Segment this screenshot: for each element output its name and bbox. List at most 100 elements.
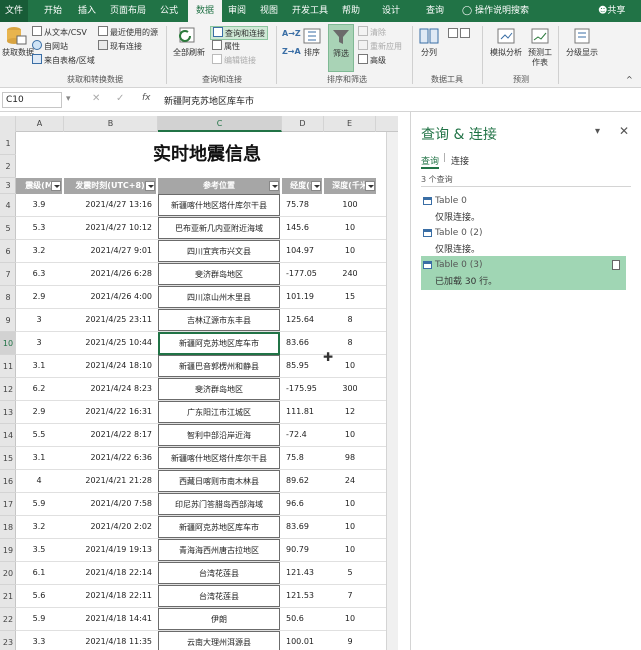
table-cell[interactable]: 新疆巴音郭楞州和静县 xyxy=(158,355,280,377)
tab-view[interactable]: 视图 xyxy=(260,0,278,22)
table-cell[interactable]: 10 xyxy=(324,424,376,446)
table-cell[interactable]: 121.53 xyxy=(282,585,322,607)
table-cell[interactable]: 12 xyxy=(324,401,376,423)
table-cell[interactable]: 2021/4/20 7:58 xyxy=(64,493,156,515)
table-cell[interactable]: 8 xyxy=(324,309,376,331)
advanced-filter-button[interactable]: 高级 xyxy=(358,54,386,66)
column-header-c[interactable]: C xyxy=(158,116,282,132)
table-cell[interactable]: 90.79 xyxy=(282,539,322,561)
tab-insert[interactable]: 插入 xyxy=(78,0,96,22)
column-header-a[interactable]: A xyxy=(16,116,64,132)
tab-home[interactable]: 开始 xyxy=(44,0,62,22)
table-cell[interactable]: 斐济群岛地区 xyxy=(158,378,280,400)
table-cell[interactable]: 75.78 xyxy=(282,194,322,216)
table-cell[interactable]: 5.9 xyxy=(16,608,62,630)
table-cell[interactable]: 100.01 xyxy=(282,631,322,650)
sort-button[interactable]: 排序 xyxy=(300,26,324,58)
cancel-icon[interactable]: ✕ xyxy=(92,93,100,104)
table-cell[interactable]: 2021/4/27 13:16 xyxy=(64,194,156,216)
table-cell[interactable]: 10 xyxy=(324,493,376,515)
table-cell[interactable]: 6.1 xyxy=(16,562,62,584)
data-tools-icons[interactable] xyxy=(448,28,472,40)
tab-file[interactable]: 文件 xyxy=(0,0,28,22)
table-cell[interactable]: -177.05 xyxy=(282,263,322,285)
row-header[interactable]: 14 xyxy=(0,424,16,447)
header-magnitude[interactable]: 震级(M xyxy=(16,178,62,194)
row-header[interactable]: 13 xyxy=(0,401,16,424)
get-data-button[interactable]: 获取数据 xyxy=(2,26,34,58)
table-cell[interactable]: 3.2 xyxy=(16,516,62,538)
clear-filter-button[interactable]: 清除 xyxy=(358,26,386,38)
table-cell[interactable]: 3.1 xyxy=(16,447,62,469)
properties-button[interactable]: 属性 xyxy=(212,40,240,52)
from-table-button[interactable]: 来自表格/区域 xyxy=(32,54,95,66)
table-cell[interactable]: 50.6 xyxy=(282,608,322,630)
collapse-ribbon-button[interactable]: ^ xyxy=(626,74,633,85)
table-cell[interactable]: 85.95 xyxy=(282,355,322,377)
select-all-corner[interactable] xyxy=(0,116,16,132)
table-cell[interactable]: 2021/4/20 2:02 xyxy=(64,516,156,538)
formula-input[interactable]: 新疆阿克苏地区库车市 xyxy=(164,94,254,107)
column-header-b[interactable]: B xyxy=(64,116,158,132)
row-header[interactable]: 7 xyxy=(0,263,16,286)
row-header[interactable]: 1 xyxy=(0,132,16,155)
row-header[interactable]: 5 xyxy=(0,217,16,240)
table-cell[interactable]: 3.2 xyxy=(16,240,62,262)
table-cell[interactable]: 广东阳江市江城区 xyxy=(158,401,280,423)
tab-design[interactable]: 设计 xyxy=(382,0,400,22)
row-header[interactable]: 9 xyxy=(0,309,16,332)
table-cell[interactable]: 2021/4/24 18:10 xyxy=(64,355,156,377)
table-cell[interactable]: 98 xyxy=(324,447,376,469)
table-cell[interactable]: 2021/4/18 22:11 xyxy=(64,585,156,607)
name-box[interactable]: C10 xyxy=(2,92,62,108)
row-header[interactable]: 20 xyxy=(0,562,16,585)
row-header[interactable]: 21 xyxy=(0,585,16,608)
filter-button[interactable]: 筛选 xyxy=(328,24,354,72)
row-header[interactable]: 10 xyxy=(0,332,16,355)
table-cell[interactable]: 新疆喀什地区塔什库尔干县 xyxy=(158,447,280,469)
row-header[interactable]: 18 xyxy=(0,516,16,539)
tab-formulas[interactable]: 公式 xyxy=(160,0,178,22)
table-cell[interactable]: 2021/4/18 22:14 xyxy=(64,562,156,584)
row-header[interactable]: 11 xyxy=(0,355,16,378)
pane-dropdown-icon[interactable]: ▾ xyxy=(595,126,600,137)
tab-queries[interactable]: 查询 xyxy=(421,154,440,169)
tab-connections[interactable]: 连接 xyxy=(451,154,469,167)
table-cell[interactable]: 2021/4/22 6:36 xyxy=(64,447,156,469)
filter-dropdown-icon[interactable] xyxy=(269,181,279,191)
tab-help[interactable]: 帮助 xyxy=(342,0,360,22)
table-cell[interactable]: 111.81 xyxy=(282,401,322,423)
row-header[interactable]: 4 xyxy=(0,194,16,217)
table-cell[interactable]: 云南大理州洱源县 xyxy=(158,631,280,650)
row-header[interactable]: 8 xyxy=(0,286,16,309)
table-cell[interactable]: 斐济群岛地区 xyxy=(158,263,280,285)
table-cell[interactable]: 300 xyxy=(324,378,376,400)
query-item-selected[interactable]: Table 0 (3) 已加载 30 行。 xyxy=(421,256,626,290)
sheet-cells[interactable]: 实时地震信息 震级(M 发震时刻(UTC+8) 参考位置 经度(° 深度(千米 … xyxy=(16,132,398,650)
table-cell[interactable]: -175.95 xyxy=(282,378,322,400)
query-item[interactable]: Table 0 仅限连接。 xyxy=(421,192,626,226)
table-cell[interactable]: 2.9 xyxy=(16,401,62,423)
table-cell[interactable]: 台湾花莲县 xyxy=(158,585,280,607)
row-header[interactable]: 22 xyxy=(0,608,16,631)
table-cell[interactable]: 5.3 xyxy=(16,217,62,239)
filter-dropdown-icon[interactable] xyxy=(365,181,375,191)
table-cell[interactable]: 2021/4/22 8:17 xyxy=(64,424,156,446)
filter-dropdown-icon[interactable] xyxy=(311,181,321,191)
table-cell[interactable]: 2021/4/18 11:35 xyxy=(64,631,156,650)
row-header[interactable]: 2 xyxy=(0,155,16,178)
tab-developer[interactable]: 开发工具 xyxy=(292,0,328,22)
sheet-title-cell[interactable]: 实时地震信息 xyxy=(16,132,398,178)
forecast-sheet-button[interactable]: 预测工作表 xyxy=(528,26,552,68)
table-cell[interactable]: 2021/4/22 16:31 xyxy=(64,401,156,423)
table-cell[interactable]: 伊朗 xyxy=(158,608,280,630)
column-header-e[interactable]: E xyxy=(324,116,376,132)
table-cell[interactable]: 西藏日喀则市南木林县 xyxy=(158,470,280,492)
table-cell[interactable]: 青海海西州唐古拉地区 xyxy=(158,539,280,561)
table-cell[interactable]: 5.5 xyxy=(16,424,62,446)
table-cell[interactable]: 新疆喀什地区塔什库尔干县 xyxy=(158,194,280,216)
table-cell[interactable]: 2021/4/27 9:01 xyxy=(64,240,156,262)
from-text-button[interactable]: 从文本/CSV xyxy=(32,26,87,38)
recent-sources-button[interactable]: 最近使用的源 xyxy=(98,26,158,38)
table-cell[interactable]: 印尼苏门答腊岛西部海域 xyxy=(158,493,280,515)
